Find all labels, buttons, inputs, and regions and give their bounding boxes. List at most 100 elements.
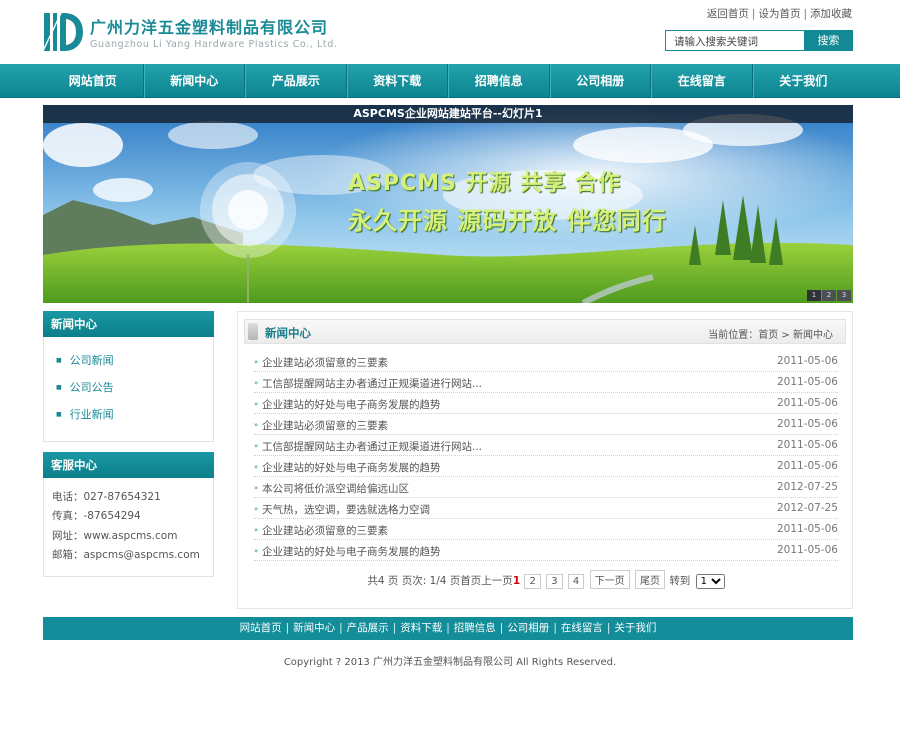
page-link-4[interactable]: 4	[567, 574, 585, 589]
news-date: 2011-05-06	[776, 523, 838, 535]
news-date: 2011-05-06	[776, 355, 838, 367]
news-date: 2011-05-06	[776, 376, 838, 388]
pagination: 共4 页 页次: 1/4 页首页上一页1 2 3 4 下一页 尾页 转到 1	[238, 570, 854, 589]
nav-products[interactable]: 产品展示	[245, 64, 347, 98]
breadcrumb: 当前位置：首页 > 新闻中心	[708, 330, 833, 341]
banner-slideshow[interactable]: ASPCMS企业网站建站平台--幻灯片1 ASPCMS 开源 共享 合作 永久开…	[43, 105, 853, 303]
copyright: Copyright ? 2013 广州力洋五金塑料制品有限公司 All Righ…	[283, 657, 617, 668]
main-nav: 网站首页 新闻中心 产品展示 资料下载 招聘信息 公司相册 在线留言 关于我们	[0, 64, 900, 98]
page-link-2[interactable]: 2	[524, 574, 541, 589]
sidebar-category-title: 新闻中心	[43, 311, 214, 337]
pager-summary: 共4 页 页次: 1/4 页首页上一页	[367, 575, 513, 587]
list-item[interactable]: » 企业建站必须留意的三要素 2011-05-06	[254, 414, 838, 435]
set-homepage-link[interactable]: 设为首页	[758, 8, 800, 20]
news-title[interactable]: 企业建站必须留意的三要素	[262, 418, 388, 433]
news-list: » 企业建站必须留意的三要素 2011-05-06 » 工信部提醒网站主办者通过正规渠…	[254, 351, 838, 561]
banner-slogan-2: 永久开源 源码开放 伴您同行	[348, 207, 667, 235]
bullet-icon: »	[254, 547, 259, 555]
sidebar-item-company-notice[interactable]: 公司公告	[56, 379, 114, 395]
add-favorite-link[interactable]: 添加收藏	[810, 8, 852, 20]
list-item[interactable]: » 工信部提醒网站主办者通过正规渠道进行网站... 2011-05-06	[254, 435, 838, 456]
top-links: 返回首页 | 设为首页 | 添加收藏	[706, 8, 852, 20]
news-title[interactable]: 企业建站必须留意的三要素	[262, 523, 388, 538]
contact-email[interactable]: 邮箱：aspcms@aspcms.com	[52, 547, 200, 562]
nav-message[interactable]: 在线留言	[651, 64, 753, 98]
back-home-link[interactable]: 返回首页	[707, 8, 749, 20]
sidebar-category-box: 新闻中心 公司新闻 公司公告 行业新闻	[43, 311, 214, 442]
company-logo	[42, 10, 83, 54]
page-title: 新闻中心	[265, 326, 311, 340]
last-page-button[interactable]: 尾页	[634, 570, 665, 589]
nav-album[interactable]: 公司相册	[549, 64, 651, 98]
goto-page-select[interactable]: 1	[695, 574, 725, 589]
slide-dot-2[interactable]: 2	[822, 290, 836, 301]
pager-current: 1	[512, 575, 521, 587]
main-content: 新闻中心 当前位置：首页 > 新闻中心 » 企业建站必须留意的三要素 2011-05…	[237, 311, 853, 609]
news-date: 2011-05-06	[776, 544, 838, 556]
news-date: 2011-05-06	[776, 439, 838, 451]
list-item[interactable]: » 天气热，选空调，要选就选格力空调 2012-07-25	[254, 498, 838, 519]
bullet-icon: »	[254, 463, 259, 471]
sidebar-service-title: 客服中心	[43, 452, 214, 478]
list-item[interactable]: » 工信部提醒网站主办者通过正规渠道进行网站... 2011-05-06	[254, 372, 838, 393]
list-item[interactable]: » 企业建站的好处与电子商务发展的趋势 2011-05-06	[254, 393, 838, 414]
nav-jobs[interactable]: 招聘信息	[448, 64, 550, 98]
footer-link-album[interactable]: 公司相册	[507, 622, 549, 634]
sidebar-item-company-news[interactable]: 公司新闻	[56, 352, 114, 368]
footer-link-jobs[interactable]: 招聘信息	[454, 622, 496, 634]
news-date: 2012-07-25	[776, 481, 838, 493]
company-name-en: Guangzhou Li Yang Hardware Plastics Co.,…	[90, 39, 338, 50]
bullet-icon: »	[254, 526, 259, 534]
news-title[interactable]: 企业建站的好处与电子商务发展的趋势	[262, 544, 441, 559]
footer-link-message[interactable]: 在线留言	[561, 622, 603, 634]
content-header: 新闻中心 当前位置：首页 > 新闻中心	[244, 319, 846, 344]
sidebar-item-industry-news[interactable]: 行业新闻	[56, 406, 114, 422]
slide-indicators: 1 2 3	[807, 290, 851, 301]
bullet-icon: »	[254, 421, 259, 429]
slide-dot-1[interactable]: 1	[807, 290, 821, 301]
nav-about[interactable]: 关于我们	[752, 64, 854, 98]
nav-home[interactable]: 网站首页	[43, 64, 144, 98]
contact-phone: 电话：027-87654321	[52, 491, 161, 503]
contact-website[interactable]: 网址：www.aspcms.com	[52, 528, 177, 543]
bullet-icon: »	[254, 484, 259, 492]
list-item[interactable]: » 企业建站的好处与电子商务发展的趋势 2011-05-06	[254, 540, 838, 561]
news-date: 2011-05-06	[776, 418, 838, 430]
bullet-icon: »	[254, 505, 259, 513]
banner-slogan-1: ASPCMS 开源 共享 合作	[348, 171, 621, 196]
bullet-icon: »	[254, 379, 259, 387]
footer-nav: 网站首页 | 新闻中心 | 产品展示 | 资料下载 | 招聘信息 | 公司相册 | 在线留言 | 关于我们	[43, 617, 853, 640]
news-title[interactable]: 天气热，选空调，要选就选格力空调	[262, 502, 430, 517]
header-marker	[248, 323, 258, 340]
news-date: 2011-05-06	[776, 397, 838, 409]
sidebar-service-box: 客服中心 电话：027-87654321 传真：-87654294 网址：www…	[43, 452, 214, 577]
list-item[interactable]: » 企业建站必须留意的三要素 2011-05-06	[254, 519, 838, 540]
list-item[interactable]: » 企业建站必须留意的三要素 2011-05-06	[254, 351, 838, 372]
news-title[interactable]: 企业建站的好处与电子商务发展的趋势	[262, 460, 441, 475]
search-input[interactable]: 请输入搜索关键词	[665, 30, 805, 51]
news-title[interactable]: 工信部提醒网站主办者通过正规渠道进行网站...	[262, 376, 482, 391]
search-button[interactable]: 搜索	[804, 30, 853, 51]
footer-link-about[interactable]: 关于我们	[614, 622, 656, 634]
news-date: 2011-05-06	[776, 460, 838, 472]
news-title[interactable]: 企业建站的好处与电子商务发展的趋势	[262, 397, 441, 412]
bullet-icon: »	[254, 400, 259, 408]
next-page-button[interactable]: 下一页	[589, 570, 630, 589]
banner-title: ASPCMS企业网站建站平台--幻灯片1	[43, 105, 853, 123]
bullet-icon: »	[254, 358, 259, 366]
page-link-3[interactable]: 3	[546, 574, 563, 589]
nav-news[interactable]: 新闻中心	[143, 64, 245, 98]
list-item[interactable]: » 本公司将低价派空调给偏远山区 2012-07-25	[254, 477, 838, 498]
news-title[interactable]: 工信部提醒网站主办者通过正规渠道进行网站...	[262, 439, 482, 454]
news-title[interactable]: 企业建站必须留意的三要素	[262, 355, 388, 370]
slide-dot-3[interactable]: 3	[837, 290, 851, 301]
footer-link-downloads[interactable]: 资料下载	[400, 622, 442, 634]
footer-link-products[interactable]: 产品展示	[347, 622, 389, 634]
footer-link-home[interactable]: 网站首页	[240, 622, 282, 634]
list-item[interactable]: » 企业建站的好处与电子商务发展的趋势 2011-05-06	[254, 456, 838, 477]
news-title[interactable]: 本公司将低价派空调给偏远山区	[262, 481, 409, 496]
news-date: 2012-07-25	[776, 502, 838, 514]
nav-downloads[interactable]: 资料下载	[346, 64, 448, 98]
bullet-icon: »	[254, 442, 259, 450]
footer-link-news[interactable]: 新闻中心	[293, 622, 335, 634]
